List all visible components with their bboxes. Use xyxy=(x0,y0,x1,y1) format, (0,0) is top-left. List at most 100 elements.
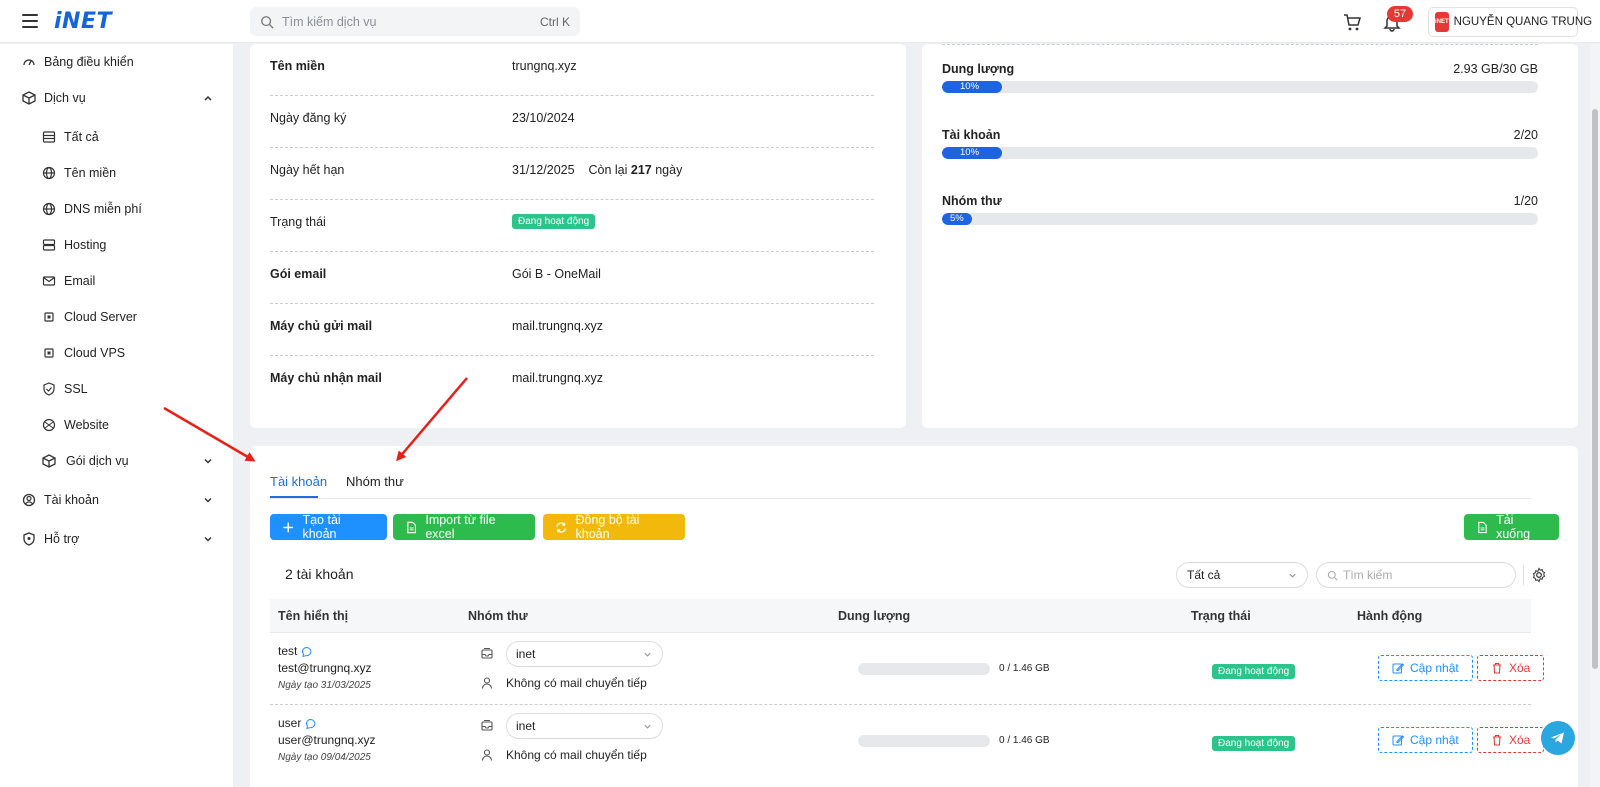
sidebar-item-ssl[interactable]: SSL xyxy=(0,374,233,404)
import-excel-button[interactable]: Import từ file excel xyxy=(393,513,535,541)
divider xyxy=(942,44,1538,45)
dashboard-icon xyxy=(23,59,35,66)
active-tab-indicator xyxy=(270,496,318,498)
forward-status: Không có mail chuyển tiếp xyxy=(506,748,647,762)
scrollbar-thumb[interactable] xyxy=(1592,109,1598,669)
usage-groups: Nhóm thư 1/20 5% xyxy=(942,194,1538,225)
sync-accounts-button[interactable]: Đồng bộ tài khoản xyxy=(543,513,685,541)
file-icon xyxy=(407,521,417,533)
create-account-button[interactable]: Tạo tài khoản xyxy=(270,513,387,541)
display-name: user xyxy=(278,716,302,730)
sidebar-item-service-packages[interactable]: Gói dịch vụ xyxy=(0,446,233,476)
sidebar-item-hosting[interactable]: Hosting xyxy=(0,230,233,260)
box-icon xyxy=(22,91,36,105)
sidebar: Bảng điều khiển Dịch vụ Tất cả Tên miền … xyxy=(0,44,233,787)
sidebar-item-domain[interactable]: Tên miền xyxy=(0,158,233,188)
chevron-up-icon xyxy=(204,95,212,101)
inbox-icon xyxy=(481,720,493,731)
user-name: NGUYỄN QUANG TRUNG xyxy=(1453,16,1593,28)
user-circle-icon xyxy=(22,493,36,507)
created-date: Ngày tạo 31/03/2025 xyxy=(278,680,371,691)
status-filter-select[interactable]: Tất cả xyxy=(1176,562,1308,588)
sidebar-item-all[interactable]: Tất cả xyxy=(0,122,233,152)
globe-icon xyxy=(42,166,56,180)
comment-icon[interactable] xyxy=(305,718,317,730)
sidebar-item-cloud-server[interactable]: Cloud Server xyxy=(0,302,233,332)
accounts-progress: 10% xyxy=(942,147,1538,159)
table-row: test test@trungnq.xyz Ngày tạo 31/03/202… xyxy=(270,633,1545,705)
tab-accounts[interactable]: Tài khoản xyxy=(270,474,327,489)
tab-groups[interactable]: Nhóm thư xyxy=(346,474,404,489)
gear-icon[interactable] xyxy=(1531,567,1547,583)
sync-icon xyxy=(556,521,567,533)
usage-text: 0 / 1.46 GB xyxy=(999,663,1050,674)
account-count: 2 tài khoản xyxy=(285,566,354,582)
info-row-imap: Máy chủ nhận mail mail.trungnq.xyz xyxy=(270,371,604,385)
group-select[interactable]: inet xyxy=(506,641,663,667)
status-badge: Đang hoạt động xyxy=(512,214,596,229)
search-placeholder: Tìm kiếm dịch vụ xyxy=(282,14,377,29)
search-icon xyxy=(1327,570,1338,581)
sidebar-item-email[interactable]: Email xyxy=(0,266,233,296)
usage-storage: Dung lượng 2.93 GB/30 GB 10% xyxy=(942,62,1538,93)
comment-icon[interactable] xyxy=(301,646,313,658)
chevron-down-icon xyxy=(204,497,212,503)
group-select[interactable]: inet xyxy=(506,713,663,739)
sidebar-item-services[interactable]: Dịch vụ xyxy=(0,83,233,113)
user-icon xyxy=(481,677,493,689)
chevron-down-icon xyxy=(1289,573,1296,578)
table-header: Tên hiển thị Nhóm thư Dung lượng Trạng t… xyxy=(270,599,1531,633)
groups-progress: 5% xyxy=(942,213,1538,225)
chip-icon xyxy=(44,312,54,322)
inbox-icon xyxy=(481,648,493,659)
menu-toggle-icon[interactable] xyxy=(22,14,38,28)
scrollbar[interactable] xyxy=(1590,44,1600,787)
trash-icon xyxy=(1493,662,1501,674)
tab-divider xyxy=(270,498,1531,499)
cart-icon[interactable] xyxy=(1342,12,1362,32)
chevron-down-icon xyxy=(204,536,212,542)
usage-bar xyxy=(858,663,990,675)
telegram-chat-button[interactable] xyxy=(1541,721,1575,755)
divider xyxy=(1523,565,1524,585)
delete-button[interactable]: Xóa xyxy=(1477,655,1545,681)
sidebar-item-website[interactable]: Website xyxy=(0,410,233,440)
info-row-status: Trạng thái Đang hoạt động xyxy=(270,200,874,252)
trash-icon xyxy=(1493,734,1501,746)
chevron-down-icon xyxy=(644,652,651,657)
search-icon xyxy=(261,15,274,29)
plus-icon xyxy=(283,522,294,532)
box-icon xyxy=(42,454,56,468)
usage-bar xyxy=(858,735,990,747)
email-info-card: Tên miền trungnq.xyz Ngày đăng ký 23/10/… xyxy=(250,44,906,428)
file-icon xyxy=(1478,521,1487,533)
top-bar: iNET Tìm kiếm dịch vụ Ctrl K 57 iNET NGU… xyxy=(0,0,1600,43)
delete-button[interactable]: Xóa xyxy=(1477,727,1545,753)
download-button[interactable]: Tải xuống xyxy=(1464,513,1559,541)
sidebar-item-support[interactable]: Hỗ trợ xyxy=(0,524,233,554)
account-search-input[interactable]: Tìm kiếm xyxy=(1316,562,1516,588)
shield-icon xyxy=(23,532,35,546)
edit-icon xyxy=(1392,735,1404,746)
globe-icon xyxy=(42,202,56,216)
sidebar-item-dns[interactable]: DNS miễn phí xyxy=(0,194,233,224)
global-search-input[interactable]: Tìm kiếm dịch vụ Ctrl K xyxy=(250,7,580,36)
created-date: Ngày tạo 09/04/2025 xyxy=(278,752,371,763)
logo[interactable]: iNET xyxy=(54,9,112,34)
user-icon xyxy=(481,749,493,761)
display-name: test xyxy=(278,644,298,658)
forward-status: Không có mail chuyển tiếp xyxy=(506,676,647,690)
storage-progress: 10% xyxy=(942,81,1538,93)
user-menu[interactable]: iNET NGUYỄN QUANG TRUNG xyxy=(1428,7,1592,37)
sidebar-item-dashboard[interactable]: Bảng điều khiển xyxy=(0,47,233,77)
sidebar-item-account[interactable]: Tài khoản xyxy=(0,485,233,515)
email-address: user@trungnq.xyz xyxy=(278,733,376,747)
edit-icon xyxy=(1392,663,1404,674)
update-button[interactable]: Cập nhật xyxy=(1378,727,1473,753)
update-button[interactable]: Cập nhật xyxy=(1378,655,1473,681)
table-row: user user@trungnq.xyz Ngày tạo 09/04/202… xyxy=(270,705,1545,777)
avatar: iNET xyxy=(1435,12,1449,32)
chevron-down-icon xyxy=(204,458,212,464)
accounts-panel: Tài khoản Nhóm thư Tạo tài khoản Import … xyxy=(250,446,1578,787)
sidebar-item-cloud-vps[interactable]: Cloud VPS xyxy=(0,338,233,368)
